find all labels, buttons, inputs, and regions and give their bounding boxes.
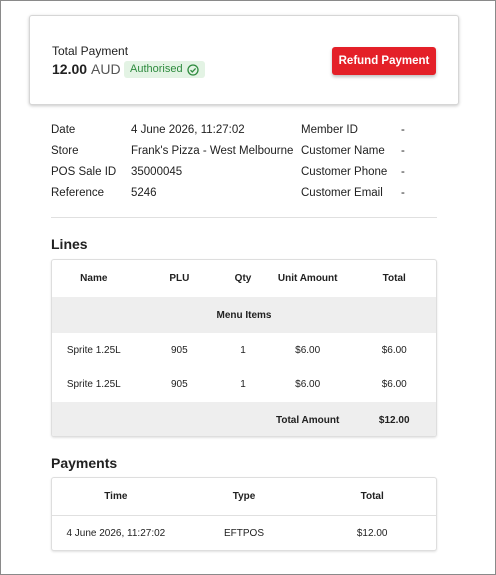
column-header-name: Name — [80, 273, 108, 284]
detail-row-pos-sale-id: POS Sale ID 35000045 — [51, 164, 293, 185]
status-badge: Authorised — [124, 61, 205, 78]
table-row: Sprite 1.25L 905 1 $6.00 $6.00 — [52, 333, 436, 367]
column-header-unit-amount: Unit Amount — [277, 273, 338, 284]
lines-table: Name PLU Qty Unit Amount Total Menu Item… — [51, 259, 437, 437]
detail-row-date: Date 4 June 2026, 11:27:02 — [51, 122, 293, 143]
detail-row-store: Store Frank's Pizza - West Melbourne — [51, 143, 293, 164]
detail-value: - — [401, 187, 405, 199]
refund-payment-button[interactable]: Refund Payment — [332, 47, 436, 75]
detail-label: Date — [51, 124, 76, 136]
group-row-menu-items: Menu Items — [52, 297, 436, 333]
lines-total-row: Total Amount $12.00 — [52, 402, 436, 436]
column-header-time: Time — [104, 491, 128, 502]
line-total: $6.00 — [381, 344, 407, 356]
detail-row-member-id: Member ID - — [301, 122, 405, 143]
check-circle-icon — [186, 63, 199, 76]
total-payment-label: Total Payment — [52, 44, 129, 58]
total-amount-label: Total Amount — [276, 414, 340, 426]
detail-row-customer-phone: Customer Phone - — [301, 164, 405, 185]
payments-table: Time Type Total 4 June 2026, 11:27:02 EF… — [51, 477, 437, 551]
customer-details: Member ID - Customer Name - Customer Pho… — [301, 122, 405, 206]
detail-value: - — [401, 166, 405, 178]
group-label: Menu Items — [216, 309, 272, 321]
column-header-total: Total — [382, 273, 406, 284]
line-unit-amount: $6.00 — [295, 379, 321, 390]
payment-time: 4 June 2026, 11:27:02 — [66, 528, 166, 539]
detail-value: 35000045 — [131, 166, 183, 178]
table-row: 4 June 2026, 11:27:02 EFTPOS $12.00 — [52, 515, 436, 550]
payment-summary-card: Total Payment 12.00 AUD Authorised Refund… — [29, 15, 459, 105]
line-name: Sprite 1.25L — [66, 344, 121, 356]
amount-currency: AUD — [91, 61, 121, 77]
column-header-total: Total — [360, 491, 384, 502]
payments-section-title: Payments — [51, 455, 118, 471]
detail-label: Reference — [51, 187, 105, 199]
line-qty: 1 — [240, 344, 246, 356]
lines-section-title: Lines — [51, 236, 88, 252]
amount-value: 12.00 — [52, 61, 88, 77]
transaction-details: Date 4 June 2026, 11:27:02 Store Frank's… — [51, 122, 293, 206]
detail-value: - — [401, 124, 405, 136]
column-header-qty: Qty — [234, 273, 252, 284]
detail-label: Member ID — [301, 124, 358, 136]
detail-value: - — [401, 145, 405, 157]
detail-label: POS Sale ID — [51, 166, 117, 178]
payment-detail-panel: Total Payment 12.00 AUD Authorised Refund… — [0, 0, 496, 575]
line-qty: 1 — [240, 379, 246, 390]
status-label: Authorised — [130, 63, 183, 75]
line-unit-amount: $6.00 — [295, 344, 321, 356]
detail-label: Customer Name — [301, 145, 385, 157]
detail-label: Customer Phone — [301, 166, 388, 178]
section-divider — [51, 217, 437, 218]
detail-value: Frank's Pizza - West Melbourne — [131, 145, 294, 157]
total-amount-value: $12.00 — [378, 414, 410, 426]
detail-value: 4 June 2026, 11:27:02 — [131, 124, 245, 136]
line-name: Sprite 1.25L — [66, 379, 121, 390]
detail-value: 5246 — [131, 187, 157, 199]
lines-header-row: Name PLU Qty Unit Amount Total — [52, 260, 436, 297]
detail-row-customer-email: Customer Email - — [301, 185, 405, 206]
total-payment-amount: 12.00 AUD — [52, 61, 121, 77]
payments-header-row: Time Type Total — [52, 478, 436, 515]
detail-label: Store — [51, 145, 79, 157]
payment-type: EFTPOS — [224, 528, 265, 539]
detail-row-reference: Reference 5246 — [51, 185, 293, 206]
line-plu: 905 — [170, 344, 188, 356]
payment-total: $12.00 — [356, 528, 388, 539]
column-header-plu: PLU — [169, 273, 190, 284]
line-total: $6.00 — [381, 379, 407, 390]
detail-label: Customer Email — [301, 187, 383, 199]
column-header-type: Type — [232, 491, 256, 502]
line-plu: 905 — [170, 379, 188, 390]
table-row: Sprite 1.25L 905 1 $6.00 $6.00 — [52, 367, 436, 402]
detail-row-customer-name: Customer Name - — [301, 143, 405, 164]
